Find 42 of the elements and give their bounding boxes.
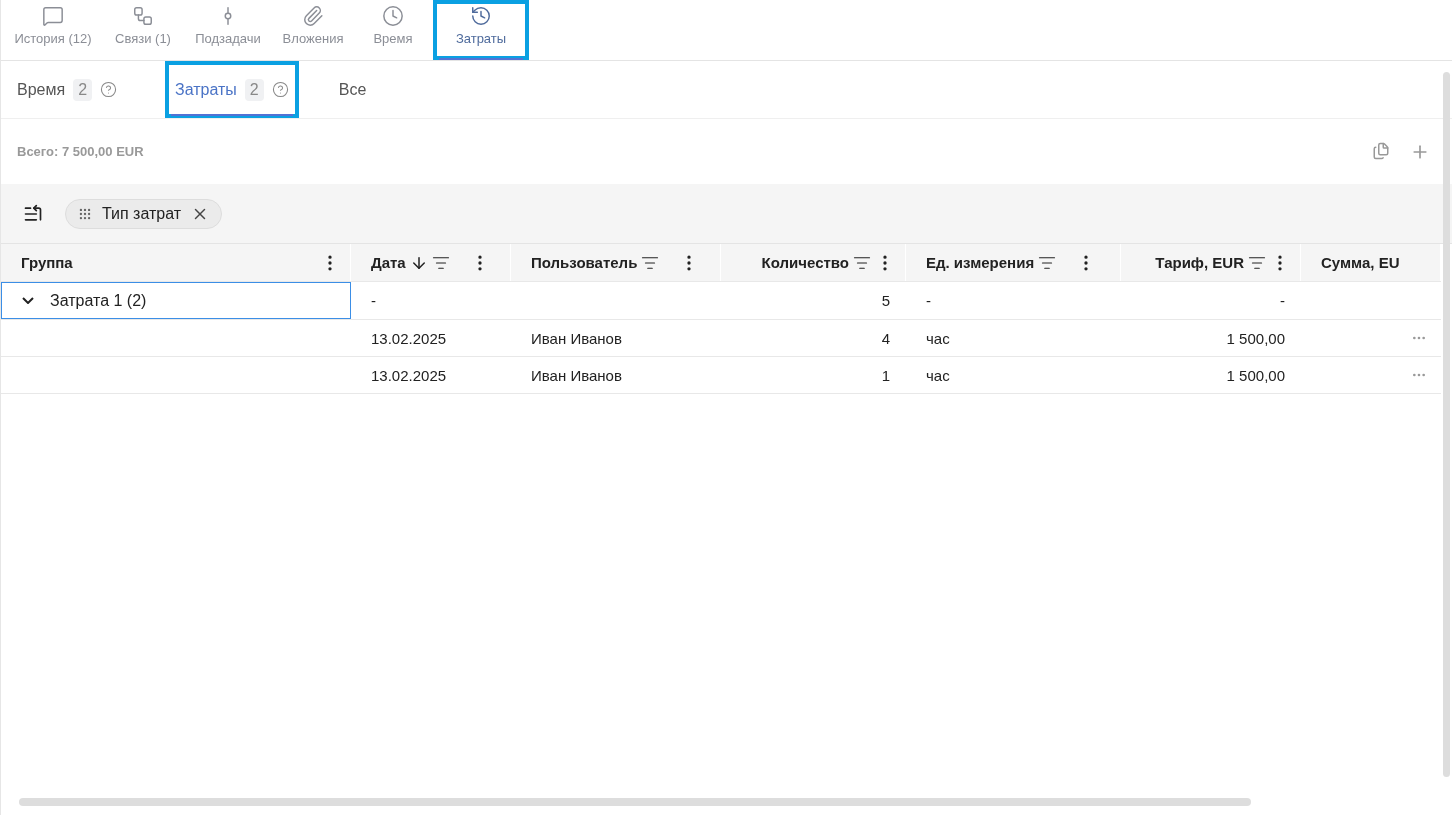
column-header[interactable]: Количество <box>721 244 906 281</box>
count-badge: 2 <box>73 78 93 101</box>
drag-handle-icon <box>78 206 92 221</box>
table-cell-text: 1 500,00 <box>1225 365 1286 386</box>
tab[interactable]: Время 2 <box>7 61 128 118</box>
help-icon <box>271 81 289 98</box>
group-chip[interactable]: Тип затрат <box>65 198 223 229</box>
table-cell-text: - <box>370 291 377 311</box>
column-header[interactable]: Пользователь <box>511 244 721 281</box>
table-cell-text: - <box>1279 291 1286 311</box>
flow-icon <box>132 5 154 27</box>
column-header[interactable]: Группа <box>1 244 351 281</box>
scrollbar[interactable] <box>19 798 1251 806</box>
paperclip-icon <box>302 5 324 27</box>
table-cell-text: 13.02.2025 <box>370 365 448 386</box>
tab[interactable]: Все <box>328 61 377 118</box>
table-cell-text: 5 <box>880 291 891 311</box>
tab[interactable]: Затраты 2 <box>165 61 299 118</box>
table-cell-text: Иван Иванов <box>530 328 623 349</box>
history-icon <box>470 5 492 27</box>
total-text: Всего: 7 500,00 EUR <box>17 144 144 159</box>
chevron-icon <box>22 297 34 304</box>
table-cell-text: час <box>925 365 951 386</box>
column-header[interactable]: Дата <box>351 244 511 281</box>
table-cell-text: 1 500,00 <box>1225 328 1286 349</box>
column-header[interactable]: Ед. измерения <box>906 244 1121 281</box>
table-cell-text: Иван Иванов <box>530 365 623 386</box>
clock-icon <box>382 5 404 27</box>
chip-label: Тип затрат <box>102 204 182 223</box>
help-icon <box>100 81 118 98</box>
column-header[interactable]: Сумма, EU <box>1301 244 1441 281</box>
table-cell-text: - <box>925 291 932 311</box>
nav-tab[interactable]: Затраты <box>433 0 529 60</box>
scrollbar[interactable] <box>1443 72 1450 777</box>
table-cell-text: 4 <box>880 328 891 349</box>
count-badge: 2 <box>244 78 264 101</box>
chat-icon <box>42 5 64 27</box>
table-cell-text: 13.02.2025 <box>370 328 448 349</box>
table-cell-text: 1 <box>880 365 891 386</box>
table-cell-text: час <box>925 328 951 349</box>
column-header[interactable]: Тариф, EUR <box>1121 244 1301 281</box>
group-row[interactable]: Затрата 1 (2) <box>1 282 351 319</box>
